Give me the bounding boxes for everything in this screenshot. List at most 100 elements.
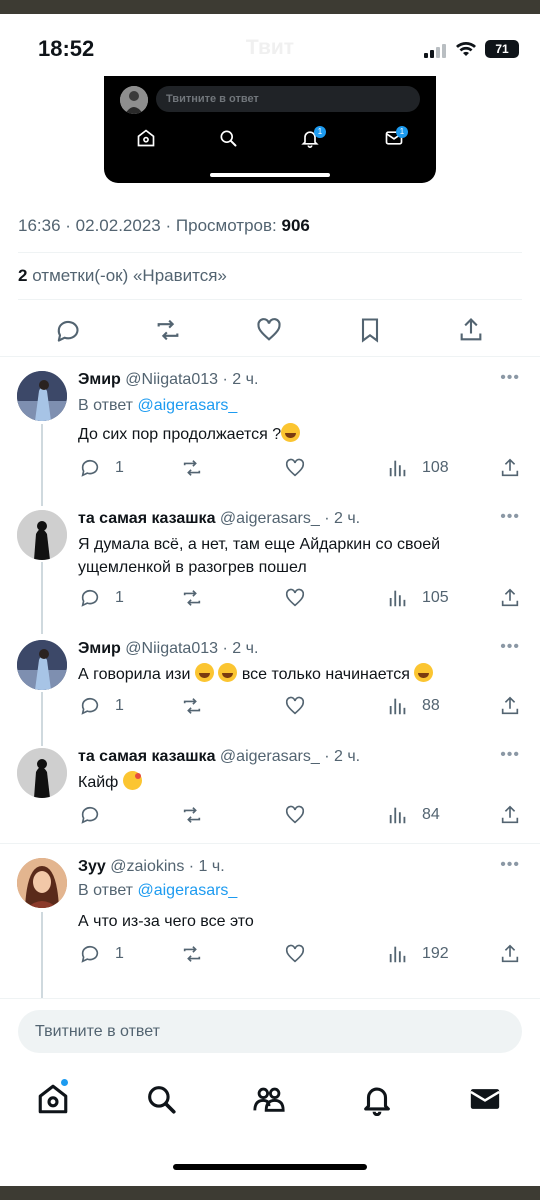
replying-to-link[interactable]: @aigerasars_ xyxy=(137,397,237,414)
user-name[interactable]: Эмир xyxy=(78,640,121,657)
views-icon[interactable] xyxy=(386,804,410,826)
avatar[interactable] xyxy=(17,748,67,798)
frame-bottom xyxy=(0,1186,540,1200)
views-count: 192 xyxy=(422,945,449,962)
like-icon[interactable] xyxy=(283,587,307,609)
avatar[interactable] xyxy=(17,858,67,908)
like-icon[interactable] xyxy=(283,804,307,826)
reply-text: А говорила изи все только начинается xyxy=(78,663,498,686)
reply-time: · 2 ч. xyxy=(222,371,259,388)
more-icon[interactable]: ••• xyxy=(500,746,520,764)
like-icon[interactable] xyxy=(255,316,283,344)
reply-actions: 1 108 xyxy=(78,455,522,481)
user-handle[interactable]: @Niigata013 xyxy=(125,371,218,388)
reply-icon[interactable] xyxy=(78,943,102,965)
user-handle[interactable]: @Niigata013 xyxy=(125,640,218,657)
home-icon[interactable] xyxy=(36,1082,70,1116)
tweet-actions xyxy=(0,312,540,348)
views-icon[interactable] xyxy=(386,587,410,609)
avatar[interactable] xyxy=(17,640,67,690)
retweet-icon[interactable] xyxy=(180,457,204,479)
reply-icon[interactable] xyxy=(53,316,81,344)
views-count: 88 xyxy=(422,697,440,714)
more-icon[interactable]: ••• xyxy=(500,638,520,656)
like-icon[interactable] xyxy=(283,943,307,965)
user-name[interactable]: та самая казашка xyxy=(78,510,215,527)
thread-line xyxy=(41,424,43,506)
retweet-icon[interactable] xyxy=(180,943,204,965)
views-count: 108 xyxy=(422,459,449,476)
like-icon[interactable] xyxy=(283,695,307,717)
thread-line xyxy=(41,692,43,746)
replying-to-link[interactable]: @aigerasars_ xyxy=(137,882,237,899)
views-count: 84 xyxy=(422,806,440,823)
like-icon[interactable] xyxy=(283,457,307,479)
reply-count: 1 xyxy=(115,459,124,476)
tab-bar xyxy=(0,1078,540,1128)
share-icon[interactable] xyxy=(498,804,522,826)
replying-to: В ответ @aigerasars_ xyxy=(78,882,238,899)
retweet-icon[interactable] xyxy=(180,695,204,717)
likes-count: 2 xyxy=(18,266,28,285)
status-bar: Твит 18:52 71 xyxy=(0,14,540,76)
messages-icon[interactable] xyxy=(468,1082,502,1116)
user-name[interactable]: Эмир xyxy=(78,371,121,388)
reply-actions: 1 105 xyxy=(78,585,522,611)
reply-time: · 1 ч. xyxy=(188,858,225,875)
frame-top xyxy=(0,0,540,14)
views-label: Просмотров: xyxy=(175,216,277,235)
reply-actions: 84 xyxy=(78,802,522,828)
views-icon[interactable] xyxy=(386,457,410,479)
avatar[interactable] xyxy=(17,510,67,560)
reply-header: Зуу @zaiokins · 1 ч. xyxy=(78,858,225,876)
reply-count: 1 xyxy=(115,945,124,962)
cellular-signal-icon xyxy=(424,44,446,58)
views-icon[interactable] xyxy=(386,695,410,717)
avatar xyxy=(120,86,148,114)
embedded-home-indicator xyxy=(210,173,330,177)
reply-header: та самая казашка @aigerasars_ · 2 ч. xyxy=(78,510,360,528)
tweet-date: 02.02.2023 xyxy=(75,216,161,235)
likes-summary[interactable]: 2 отметки(-ок) «Нравится» xyxy=(18,266,227,286)
reply-text: Кайф xyxy=(78,771,498,794)
reply-actions: 1 88 xyxy=(78,693,522,719)
share-icon[interactable] xyxy=(498,587,522,609)
user-name[interactable]: та самая казашка xyxy=(78,748,215,765)
retweet-icon[interactable] xyxy=(180,587,204,609)
reply-icon[interactable] xyxy=(78,804,102,826)
share-icon[interactable] xyxy=(498,695,522,717)
user-handle[interactable]: @aigerasars_ xyxy=(220,510,320,527)
more-icon[interactable]: ••• xyxy=(500,369,520,387)
thread-line xyxy=(41,562,43,634)
user-handle[interactable]: @aigerasars_ xyxy=(220,748,320,765)
communities-icon[interactable] xyxy=(252,1082,286,1116)
share-icon[interactable] xyxy=(498,457,522,479)
search-icon xyxy=(220,130,237,147)
more-icon[interactable]: ••• xyxy=(500,856,520,874)
views-icon[interactable] xyxy=(386,943,410,965)
divider xyxy=(18,252,522,253)
reply-input[interactable]: Твитните в ответ xyxy=(18,1010,522,1053)
search-icon[interactable] xyxy=(144,1082,178,1116)
share-icon[interactable] xyxy=(457,316,485,344)
more-icon[interactable]: ••• xyxy=(500,508,520,526)
face-with-tears-of-joy-icon xyxy=(218,663,238,682)
face-with-tears-of-joy-icon xyxy=(281,423,301,442)
retweet-icon[interactable] xyxy=(154,316,182,344)
reply-icon[interactable] xyxy=(78,457,102,479)
reply-icon[interactable] xyxy=(78,695,102,717)
embedded-reply-input: Твитните в ответ xyxy=(156,86,420,112)
reply-time: · 2 ч. xyxy=(222,640,259,657)
retweet-icon[interactable] xyxy=(180,804,204,826)
bookmark-icon[interactable] xyxy=(356,316,384,344)
reply-icon[interactable] xyxy=(78,587,102,609)
share-icon[interactable] xyxy=(498,943,522,965)
reply-header: та самая казашка @aigerasars_ · 2 ч. xyxy=(78,748,360,766)
notifications-icon[interactable] xyxy=(360,1082,394,1116)
user-name[interactable]: Зуу xyxy=(78,858,106,875)
user-handle[interactable]: @zaiokins xyxy=(110,858,184,875)
avatar[interactable] xyxy=(17,371,67,421)
status-time: 18:52 xyxy=(38,36,95,61)
tweet-timestamp: 16:36 · 02.02.2023 · Просмотров: 906 xyxy=(18,216,310,235)
divider xyxy=(0,356,540,357)
